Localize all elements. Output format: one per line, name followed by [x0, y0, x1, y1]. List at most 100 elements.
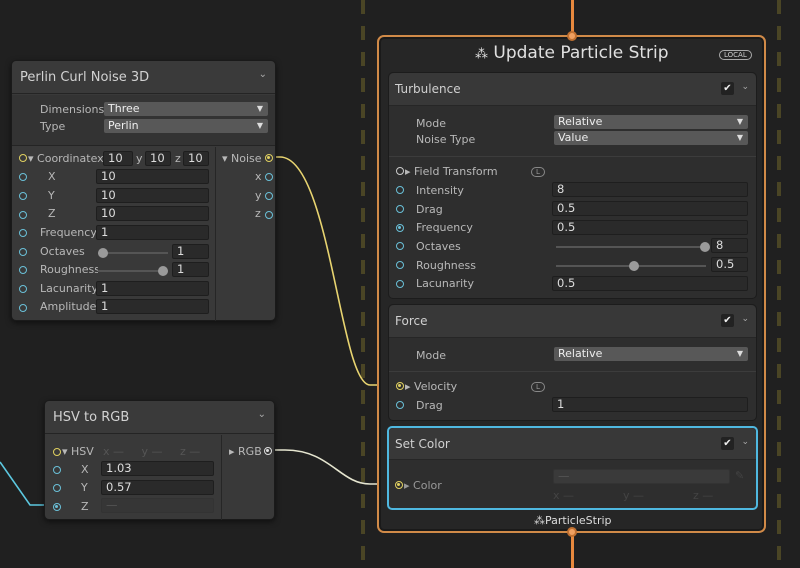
system-icon: ⁂ — [475, 47, 488, 62]
slider-handle[interactable] — [98, 248, 108, 258]
frequency-port[interactable] — [19, 229, 27, 237]
force-block[interactable]: Force✔⌄ Mode Relative ▸ Velocity L Drag … — [388, 304, 757, 421]
block-header[interactable]: Force ✔ ⌄ — [389, 305, 756, 338]
velocity-port[interactable] — [396, 382, 404, 390]
noise-type-dropdown[interactable]: Value — [554, 131, 748, 145]
slider-handle[interactable] — [700, 242, 710, 252]
y-label: Y — [81, 481, 88, 494]
enabled-checkbox[interactable]: ✔ — [721, 82, 734, 95]
enabled-checkbox[interactable]: ✔ — [721, 314, 734, 327]
z-label: z — [175, 152, 181, 165]
out-x-label: x — [255, 170, 262, 183]
z-port[interactable] — [53, 503, 61, 511]
z-field[interactable]: 10 — [96, 206, 209, 221]
block-header[interactable]: Turbulence ✔ ⌄ — [389, 73, 756, 106]
roughness-slider[interactable] — [556, 261, 706, 271]
octaves-field[interactable]: 1 — [172, 244, 209, 259]
roughness-port[interactable] — [19, 266, 27, 274]
type-dropdown[interactable]: Perlin — [104, 119, 268, 133]
eyedropper-icon[interactable]: ✎ — [735, 469, 744, 482]
slider-handle[interactable] — [629, 261, 639, 271]
coordinate-x-field[interactable]: 10 — [103, 151, 133, 166]
collapse-chevron-icon[interactable]: ⌄ — [259, 69, 267, 80]
type-label: Type — [40, 120, 66, 133]
lacunarity-port[interactable] — [396, 280, 404, 288]
local-badge[interactable]: LOCAL — [719, 50, 752, 60]
flow-port-bottom[interactable] — [567, 527, 577, 537]
amplitude-field[interactable]: 1 — [96, 299, 209, 314]
y-port[interactable] — [53, 484, 61, 492]
amplitude-port[interactable] — [19, 304, 27, 312]
frequency-field[interactable]: 1 — [96, 225, 209, 240]
coordinate-port[interactable] — [19, 154, 27, 162]
collapse-chevron-icon[interactable]: ⌄ — [741, 437, 749, 447]
out-x-port[interactable] — [265, 173, 273, 181]
node-header[interactable]: HSV to RGB ⌄ — [45, 401, 274, 434]
turbulence-block[interactable]: Turbulence ✔ ⌄ Mode Relative Noise Type Va… — [388, 72, 757, 299]
collapse-chevron-icon[interactable]: ⌄ — [741, 82, 749, 92]
drag-port[interactable] — [396, 205, 404, 213]
dimensions-dropdown[interactable]: Three — [104, 102, 268, 116]
x-port[interactable] — [19, 173, 27, 181]
x-field[interactable]: 1.03 — [101, 461, 214, 476]
octaves-port[interactable] — [19, 248, 27, 256]
out-z-port[interactable] — [265, 211, 273, 219]
drag-field[interactable]: 0.5 — [552, 201, 748, 216]
roughness-field[interactable]: 1 — [172, 262, 209, 277]
octaves-field[interactable]: 8 — [711, 238, 748, 253]
octaves-slider[interactable] — [556, 242, 710, 252]
z-port[interactable] — [19, 211, 27, 219]
rgb-output-port[interactable] — [264, 447, 272, 455]
lacunarity-field[interactable]: 0.5 — [552, 276, 748, 291]
y-port[interactable] — [19, 192, 27, 200]
flow-port-top[interactable] — [567, 31, 577, 41]
z-label: Z — [81, 500, 89, 513]
hsv-port[interactable] — [53, 448, 61, 456]
intensity-field[interactable]: 8 — [552, 182, 748, 197]
y-field[interactable]: 0.57 — [101, 480, 214, 495]
color-port[interactable] — [395, 481, 403, 489]
y-field[interactable]: 10 — [96, 188, 209, 203]
collapse-chevron-icon[interactable]: ⌄ — [258, 409, 266, 420]
block-header[interactable]: Set Color ✔ ⌄ — [389, 428, 756, 460]
mode-dropdown[interactable]: Relative — [554, 347, 748, 361]
mode-dropdown[interactable]: Relative — [554, 115, 748, 129]
field-transform-label: ▸ Field Transform — [405, 165, 498, 178]
out-y-port[interactable] — [265, 192, 273, 200]
field-transform-port[interactable] — [396, 167, 404, 175]
collapse-chevron-icon[interactable]: ⌄ — [741, 314, 749, 324]
roughness-field[interactable]: 0.5 — [711, 257, 748, 272]
node-header[interactable]: Perlin Curl Noise 3D ⌄ — [12, 61, 275, 94]
color-xyz-disabled: x — y — z — — [553, 489, 714, 502]
x-field[interactable]: 10 — [96, 169, 209, 184]
frequency-label: Frequency — [40, 226, 97, 239]
coordinate-y-field[interactable]: 10 — [145, 151, 171, 166]
set-color-block[interactable]: Set Color ✔ ⌄ ▸ Color — ✎ x — y — z — — [387, 426, 758, 510]
roughness-slider[interactable] — [98, 266, 168, 276]
system-icon: ⁂ — [534, 514, 545, 527]
hsv-to-rgb-node[interactable]: HSV to RGB ⌄ ▾ HSV x — y — z — X 1.03 Y 0… — [44, 400, 275, 520]
space-badge[interactable]: L — [531, 382, 545, 392]
octaves-port[interactable] — [396, 242, 404, 250]
octaves-slider[interactable] — [98, 248, 168, 258]
color-field: — — [553, 469, 730, 484]
noise-output-port[interactable] — [265, 154, 273, 162]
coordinate-z-field[interactable]: 10 — [183, 151, 209, 166]
noise-output-label: ▾ Noise — [222, 152, 262, 165]
space-badge[interactable]: L — [531, 167, 545, 177]
frequency-field[interactable]: 0.5 — [552, 220, 748, 235]
block-title: Set Color — [395, 437, 450, 451]
lacunarity-port[interactable] — [19, 285, 27, 293]
intensity-port[interactable] — [396, 186, 404, 194]
x-port[interactable] — [53, 466, 61, 474]
perlin-curl-noise-node[interactable]: Perlin Curl Noise 3D ⌄ Dimensions Three T… — [11, 60, 276, 321]
roughness-port[interactable] — [396, 261, 404, 269]
y-label: y — [136, 152, 143, 165]
divider — [389, 371, 756, 372]
lacunarity-field[interactable]: 1 — [96, 281, 209, 296]
slider-handle[interactable] — [158, 266, 168, 276]
frequency-port[interactable] — [396, 224, 404, 232]
drag-port[interactable] — [396, 401, 404, 409]
drag-field[interactable]: 1 — [552, 397, 748, 412]
enabled-checkbox[interactable]: ✔ — [721, 437, 734, 450]
